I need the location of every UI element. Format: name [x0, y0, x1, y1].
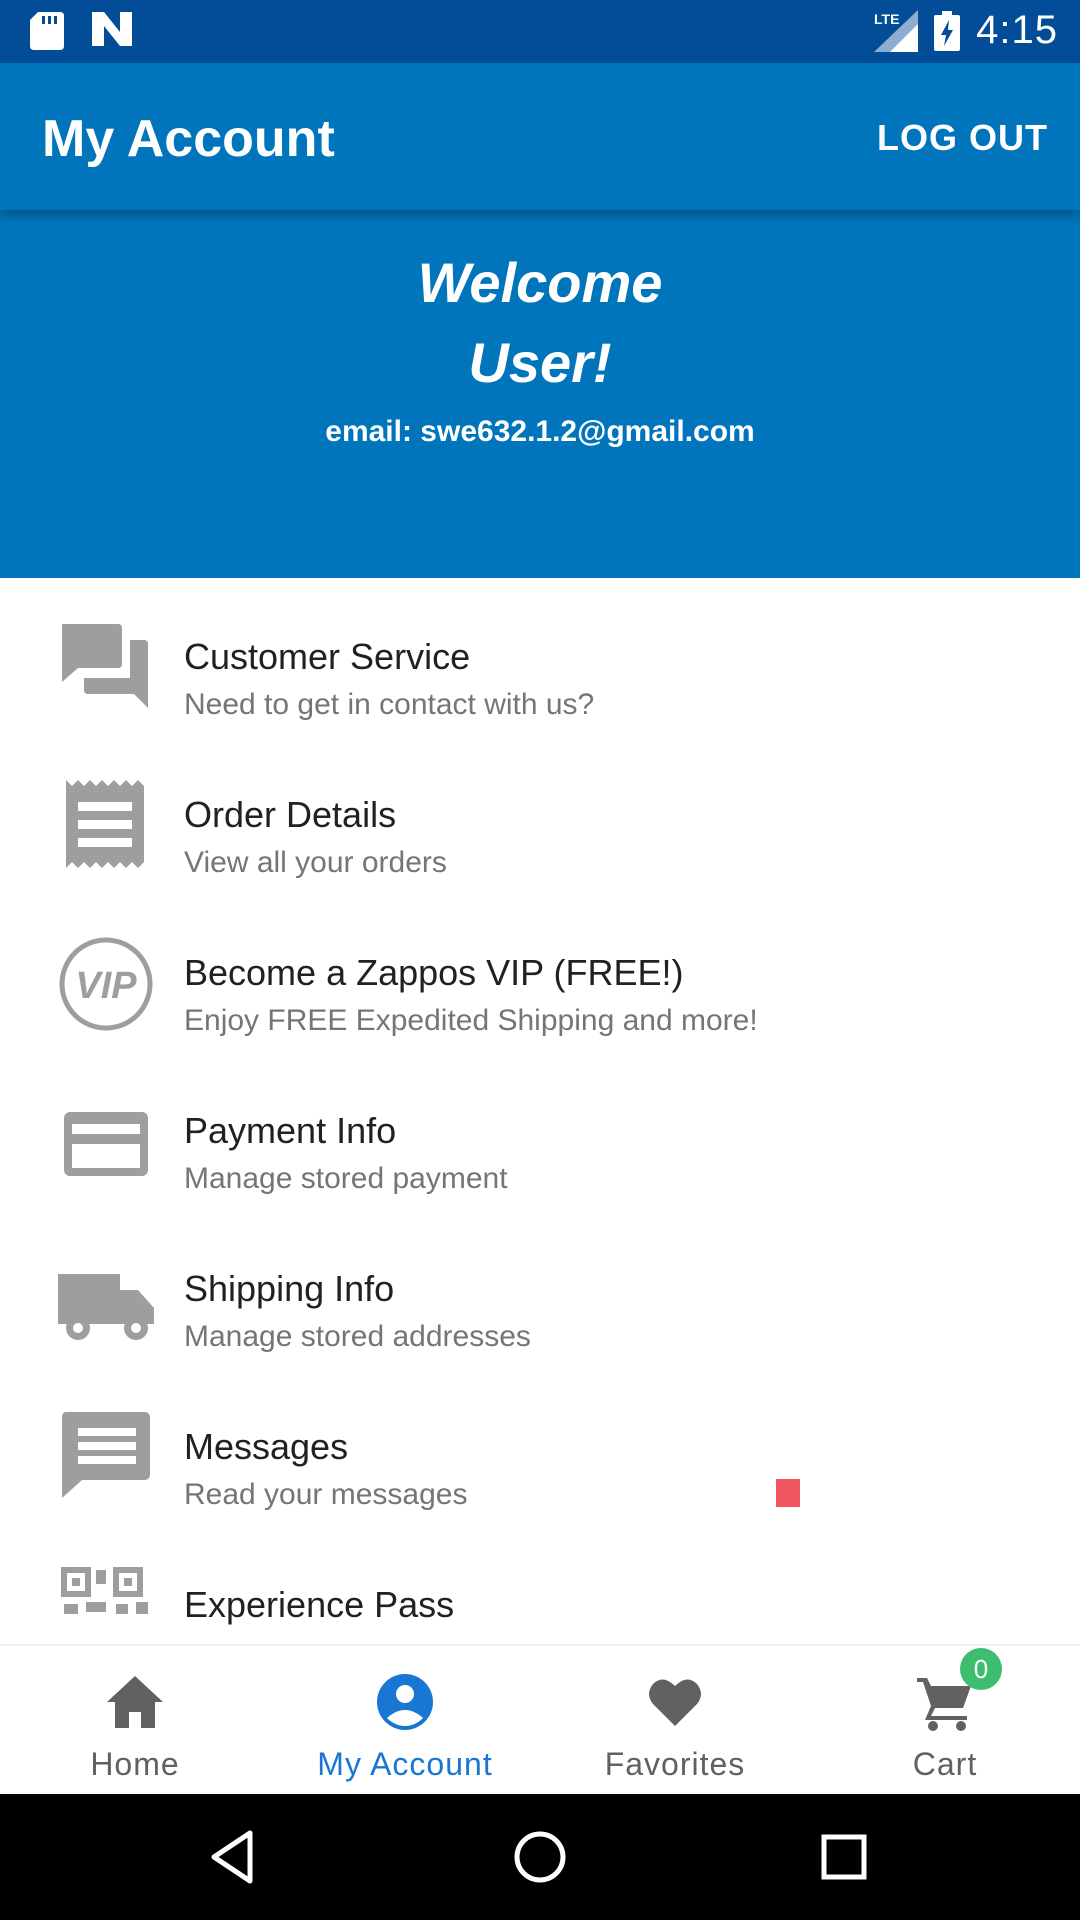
vip-icon: VIP — [59, 937, 153, 1031]
welcome-banner: Welcome User! email: swe632.1.2@gmail.co… — [0, 210, 1080, 578]
app-bar: My Account LOG OUT — [0, 63, 1080, 210]
menu-item-title: Order Details — [184, 794, 397, 835]
heart-icon — [649, 1679, 701, 1726]
lte-label: LTE — [874, 11, 899, 27]
nav-favorites[interactable]: Favorites — [540, 1646, 810, 1796]
welcome-username: User! — [468, 331, 612, 394]
menu-item-messages[interactable]: Messages Read your messages — [0, 1368, 1080, 1526]
menu-item-subtitle: Read your messages — [184, 1478, 468, 1511]
menu-item-shipping-info[interactable]: Shipping Info Manage stored addresses — [0, 1210, 1080, 1368]
nav-label: Cart — [912, 1746, 978, 1782]
menu-item-title: Experience Pass — [184, 1584, 455, 1625]
menu-item-customer-service[interactable]: Customer Service Need to get in contact … — [0, 578, 1080, 736]
battery-charging-icon — [934, 10, 961, 51]
menu-item-experience-pass[interactable]: Experience Pass — [0, 1526, 1080, 1644]
menu-item-subtitle: Manage stored addresses — [184, 1320, 531, 1353]
menu-item-subtitle: View all your orders — [184, 846, 447, 879]
nav-home[interactable]: Home — [0, 1646, 270, 1796]
menu-item-title: Payment Info — [184, 1110, 397, 1151]
truck-icon — [58, 1274, 154, 1340]
message-icon — [62, 1412, 150, 1498]
n-logo-icon — [92, 12, 132, 46]
chat-icon — [62, 624, 148, 708]
bottom-navigation: Home My Account Favorites Cart — [0, 1644, 1080, 1794]
menu-item-vip[interactable]: VIP Become a Zappos VIP (FREE!) Enjoy FR… — [0, 894, 1080, 1052]
status-bar: LTE 4:15 — [0, 0, 1080, 63]
back-icon[interactable] — [206, 1827, 266, 1887]
nav-label: Home — [90, 1746, 180, 1782]
credit-card-icon — [64, 1112, 148, 1176]
account-menu-list: Customer Service Need to get in contact … — [0, 578, 1080, 1644]
menu-item-subtitle: Need to get in contact with us? — [184, 688, 595, 721]
menu-item-title: Messages — [184, 1426, 349, 1467]
system-nav-bar — [0, 1794, 1080, 1920]
home-circle-icon[interactable] — [510, 1827, 570, 1887]
receipt-icon — [66, 780, 144, 868]
sd-card-icon — [30, 12, 64, 50]
menu-item-title: Shipping Info — [184, 1268, 395, 1309]
logout-button[interactable]: LOG OUT — [877, 117, 1048, 159]
menu-item-payment-info[interactable]: Payment Info Manage stored payment — [0, 1052, 1080, 1210]
nav-label: My Account — [317, 1746, 493, 1782]
user-email: email: swe632.1.2@gmail.com — [325, 415, 755, 448]
nav-cart[interactable]: Cart — [810, 1646, 1080, 1796]
svg-text:VIP: VIP — [75, 965, 137, 1007]
menu-item-order-details[interactable]: Order Details View all your orders — [0, 736, 1080, 894]
nav-my-account[interactable]: My Account — [270, 1646, 540, 1796]
menu-item-title: Become a Zappos VIP (FREE!) — [184, 952, 684, 993]
menu-item-subtitle: Manage stored payment — [184, 1162, 508, 1195]
page-title: My Account — [42, 110, 335, 168]
menu-item-subtitle: Enjoy FREE Expedited Shipping and more! — [184, 1004, 758, 1037]
home-icon — [107, 1676, 163, 1728]
menu-item-title: Customer Service — [184, 636, 471, 677]
clock: 4:15 — [976, 8, 1058, 52]
nav-label: Favorites — [604, 1746, 746, 1782]
welcome-heading: Welcome — [417, 251, 663, 314]
account-icon — [377, 1674, 433, 1730]
cart-count-badge: 0 — [960, 1648, 1002, 1690]
decorative-mark — [776, 1479, 800, 1507]
qr-code-icon — [61, 1567, 148, 1614]
recents-icon[interactable] — [814, 1827, 874, 1887]
lte-signal-icon: LTE — [874, 9, 919, 52]
